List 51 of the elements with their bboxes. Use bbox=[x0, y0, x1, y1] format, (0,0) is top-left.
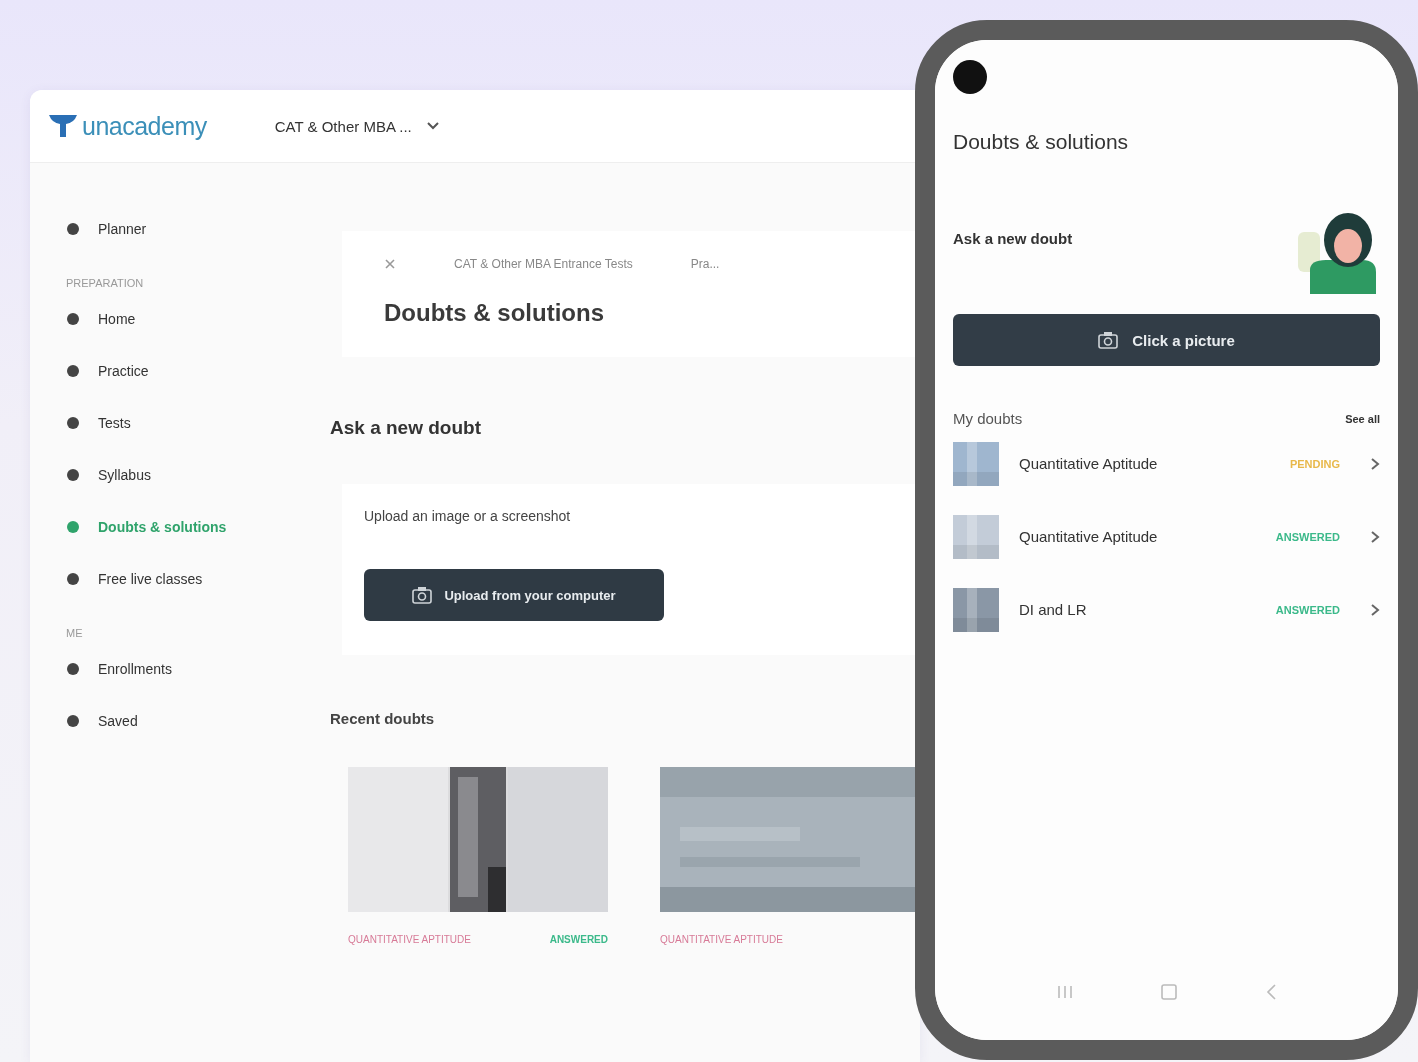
dot-icon bbox=[66, 364, 80, 378]
camera-icon bbox=[1098, 331, 1119, 349]
screen-title: Doubts & solutions bbox=[953, 130, 1130, 154]
dot-icon bbox=[66, 714, 80, 728]
subject-label: QUANTITATIVE APTITUDE bbox=[660, 934, 783, 945]
logo-text: unacademy bbox=[82, 111, 207, 141]
dot-icon bbox=[66, 312, 80, 326]
sidebar-item[interactable]: Tests bbox=[66, 397, 300, 449]
dot-icon bbox=[66, 662, 80, 676]
caret-icon bbox=[425, 121, 440, 131]
section-heading: ME bbox=[66, 627, 84, 639]
click-picture-button[interactable]: Click a picture bbox=[953, 314, 1380, 366]
dot-icon bbox=[66, 572, 80, 586]
sidebar-item[interactable]: Free live classes bbox=[66, 553, 300, 605]
see-all-link[interactable]: See all bbox=[1345, 412, 1380, 425]
home-icon[interactable] bbox=[1160, 983, 1179, 1001]
upload-button[interactable]: Upload from your computer bbox=[364, 569, 664, 621]
chevron-icon bbox=[1370, 529, 1380, 544]
section-title: Recent doubts bbox=[330, 710, 436, 727]
section-heading: PREPARATION bbox=[66, 277, 145, 289]
menu-icon[interactable] bbox=[1056, 984, 1075, 1000]
sidebar-item[interactable]: Saved bbox=[66, 695, 300, 747]
page-title: Doubts & solutions bbox=[384, 299, 605, 327]
camera-icon bbox=[412, 586, 433, 604]
subject-label: QUANTITATIVE APTITUDE bbox=[348, 934, 471, 945]
chevron-icon bbox=[1370, 602, 1380, 617]
dot-icon bbox=[66, 222, 80, 236]
sidebar-item[interactable]: Planner bbox=[66, 203, 300, 255]
section-title: Ask a new doubt bbox=[953, 230, 1073, 247]
close-icon[interactable] bbox=[384, 258, 396, 270]
camera-dot bbox=[953, 60, 987, 94]
section-title: My doubts bbox=[953, 410, 1023, 427]
breadcrumb-link[interactable]: CAT & Other MBA Entrance Tests bbox=[454, 257, 633, 271]
doubt-row[interactable]: Quantitative Aptitude ANSWERED bbox=[953, 500, 1380, 573]
upload-title: Upload an image or a screenshot bbox=[364, 508, 572, 524]
section-title: Ask a new doubt bbox=[330, 417, 482, 439]
dot-icon bbox=[66, 416, 80, 430]
breadcrumb-link[interactable]: Pra... bbox=[690, 257, 720, 271]
dot-icon bbox=[66, 520, 80, 534]
sidebar-item[interactable]: Home bbox=[66, 293, 300, 345]
logo-icon bbox=[48, 113, 78, 139]
status-label: ANSWERED bbox=[549, 934, 608, 945]
sidebar-item[interactable]: Practice bbox=[66, 345, 300, 397]
doubt-row[interactable]: DI and LR ANSWERED bbox=[953, 573, 1380, 646]
sidebar-item[interactable]: Syllabus bbox=[66, 449, 300, 501]
goal-dropdown[interactable]: CAT & Other MBA ... bbox=[268, 116, 446, 136]
doubt-row[interactable]: Quantitative Aptitude PENDING bbox=[953, 427, 1380, 500]
chevron-icon bbox=[1370, 456, 1380, 471]
back-icon[interactable] bbox=[1264, 983, 1277, 1001]
dot-icon bbox=[66, 468, 80, 482]
sidebar-item[interactable]: Enrollments bbox=[66, 643, 300, 695]
